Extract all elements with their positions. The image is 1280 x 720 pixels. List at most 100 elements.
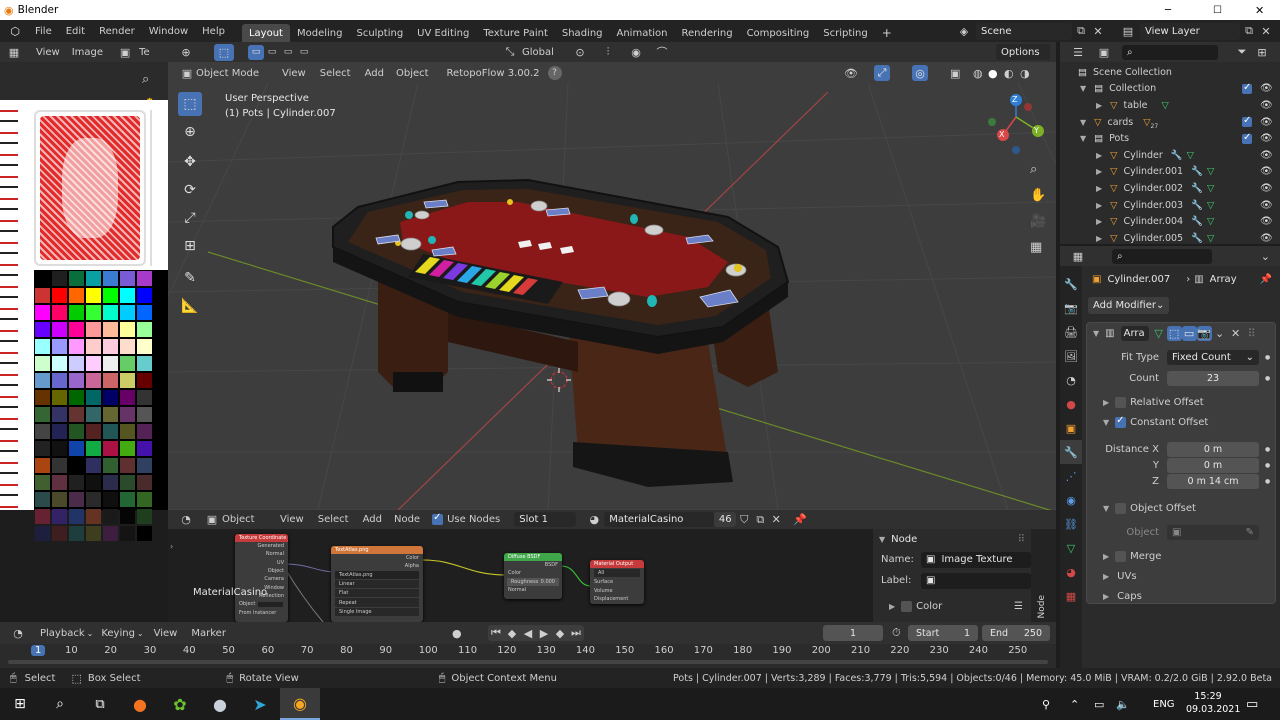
node-name-field[interactable]: ▣ Image Texture <box>921 551 1031 568</box>
menu-file[interactable]: File <box>28 22 59 40</box>
node-expand-arrow[interactable]: › <box>170 542 173 551</box>
play-icon[interactable]: ▶ <box>536 627 552 640</box>
tray-arrow-icon[interactable]: ⌃ <box>1070 698 1079 711</box>
visibility-eye-icon[interactable]: 👁 <box>1260 183 1273 194</box>
visibility-eye-icon[interactable]: 👁 <box>1260 216 1273 227</box>
network-icon[interactable]: ▭ <box>1094 698 1104 711</box>
offset-object-field[interactable]: ▣ ✎ <box>1167 524 1259 540</box>
data-tab-icon[interactable]: ▽ <box>1060 536 1082 560</box>
close-window-button[interactable]: ✕ <box>1255 4 1264 17</box>
filter-icon[interactable]: ⏷ <box>1232 45 1252 59</box>
timeline-view-menu[interactable]: View <box>154 628 178 639</box>
jump-start-icon[interactable]: ⏮ <box>488 626 504 640</box>
blender-taskbar-icon[interactable]: ◉ <box>280 688 320 720</box>
tab-scripting[interactable]: Scripting <box>816 24 874 42</box>
modifier-menu-icon[interactable]: ⌄ <box>1212 327 1228 340</box>
image-view-menu[interactable]: View <box>36 47 60 58</box>
particles-tab-icon[interactable]: ⋰ <box>1060 464 1082 488</box>
rotate-tool-icon[interactable]: ⟳ <box>178 178 202 202</box>
properties-search[interactable]: ⌕ <box>1112 248 1212 264</box>
relative-offset-checkbox[interactable] <box>1115 396 1127 408</box>
expand-arrow-icon[interactable]: ▶ <box>1096 101 1102 110</box>
viewport-3d[interactable]: ⊕ ⬚ ▭ ▭ ▭ ▭ ⤡ Global ⊙ ⫶ ◉ ⌒ Options ▣ O… <box>168 42 1056 510</box>
frame-ruler[interactable]: 1 10 20 30 40 50 60 70 80 90 100 110 120 130 140 150 160… <box>0 644 1056 658</box>
minimize-button[interactable]: ─ <box>1165 5 1171 16</box>
people-icon[interactable]: ⚲ <box>1042 698 1050 711</box>
output-target-dropdown[interactable]: All <box>594 569 640 578</box>
scene-tab-icon[interactable]: ◔ <box>1060 368 1082 392</box>
taskbar-search-icon[interactable]: ⌕ <box>40 696 80 712</box>
transform-tool-icon[interactable]: ⊞ <box>178 234 202 258</box>
merge-checkbox[interactable] <box>1115 550 1127 562</box>
modifier-tab-icon[interactable]: 🔧 <box>1060 440 1082 464</box>
tool-tab-icon[interactable]: 🔧 <box>1060 272 1082 296</box>
view-layer-selector[interactable]: ▤ View Layer ⧉ ✕ <box>1116 22 1274 40</box>
zoom-icon[interactable]: ⌕ <box>142 72 149 87</box>
visibility-eye-icon[interactable]: 👁 <box>1260 117 1273 128</box>
count-dot-icon[interactable]: ● <box>1265 375 1270 382</box>
scene-name[interactable]: Scene <box>976 22 1072 40</box>
constant-offset-expand-icon[interactable]: ▼ <box>1103 418 1109 427</box>
visibility-eye-icon[interactable]: 👁 <box>1260 233 1273 244</box>
collection-checkbox[interactable] <box>1242 132 1252 144</box>
3d-cursor[interactable] <box>547 368 571 392</box>
outliner-row[interactable]: ▶ ▽ Cylinder.004 🔧 ▽ 👁 <box>1060 213 1280 230</box>
tab-shading[interactable]: Shading <box>555 24 610 42</box>
image-texture-node[interactable]: TextAtlas.png Color Alpha TextAtlas.png … <box>331 546 423 622</box>
object-tab-icon[interactable]: ▣ <box>1060 416 1082 440</box>
distance-y-field[interactable]: 0 m <box>1167 457 1259 473</box>
outliner-row[interactable]: ▶ ▽ Cylinder.003 🔧 ▽ 👁 <box>1060 197 1280 214</box>
distance-x-field[interactable]: 0 m <box>1167 441 1259 457</box>
windows-start-icon[interactable]: ⊞ <box>0 696 40 712</box>
object-offset-checkbox[interactable] <box>1115 502 1127 514</box>
node-color-checkbox[interactable] <box>901 600 913 612</box>
merge-expand-icon[interactable]: ▶ <box>1103 552 1109 561</box>
outliner-row[interactable]: ▶ ▽ table ▽ 👁 <box>1060 97 1280 114</box>
playback-menu[interactable]: Playback <box>40 628 85 639</box>
list-icon[interactable]: ☰ <box>1014 601 1023 612</box>
expand-arrow-icon[interactable]: ▼ <box>1080 118 1086 127</box>
uvs-expand-icon[interactable]: ▶ <box>1103 572 1109 581</box>
collection-checkbox[interactable] <box>1242 115 1252 128</box>
timeline-marker-menu[interactable]: Marker <box>191 628 226 639</box>
material-tab-icon[interactable]: ◕ <box>1060 560 1082 584</box>
image-extension-dropdown[interactable]: Repeat <box>335 598 419 607</box>
image-tab[interactable]: Te <box>139 47 150 58</box>
task-view-icon[interactable]: ⧉ <box>80 697 120 712</box>
visibility-eye-icon[interactable]: 👁 <box>1260 133 1273 144</box>
menu-window[interactable]: Window <box>142 22 195 40</box>
prev-keyframe-icon[interactable]: ◆ <box>504 627 520 640</box>
distance-z-field[interactable]: 0 m 14 cm <box>1167 473 1259 489</box>
telegram-icon[interactable]: ➤ <box>240 695 280 714</box>
expand-arrow-icon[interactable]: ▶ <box>1096 234 1102 243</box>
expand-arrow-icon[interactable]: ▼ <box>1080 84 1086 93</box>
volume-icon[interactable]: 🔈 <box>1116 698 1130 711</box>
play-reverse-icon[interactable]: ◀ <box>520 627 536 640</box>
menu-render[interactable]: Render <box>92 22 142 40</box>
panel-drag-icon[interactable]: ⠿ <box>1018 534 1025 545</box>
remove-view-layer-icon[interactable]: ✕ <box>1258 25 1274 38</box>
move-tool-icon[interactable]: ✥ <box>178 150 202 174</box>
edit-mode-cage-icon[interactable]: ▽ <box>1151 326 1167 341</box>
modifier-collapse-icon[interactable]: ▼ <box>1093 329 1099 338</box>
menu-help[interactable]: Help <box>195 22 232 40</box>
view-layer-name[interactable]: View Layer <box>1140 22 1240 40</box>
constraints-tab-icon[interactable]: ⛓ <box>1060 512 1082 536</box>
cursor-tool-icon[interactable]: ⊕ <box>178 120 202 144</box>
pin-icon[interactable]: 📌 <box>1260 274 1272 285</box>
annotate-tool-icon[interactable]: ✎ <box>178 266 202 290</box>
modifier-drag-icon[interactable]: ⠿ <box>1244 327 1260 340</box>
scene-selector[interactable]: ◈ Scene ⧉ ✕ <box>952 22 1106 40</box>
firefox-icon[interactable]: ● <box>120 695 160 714</box>
copy-view-layer-icon[interactable]: ⧉ <box>1240 24 1258 38</box>
image-source-dropdown[interactable]: Single Image <box>335 607 419 617</box>
tab-animation[interactable]: Animation <box>610 24 675 42</box>
expand-arrow-icon[interactable]: ▶ <box>1096 201 1102 210</box>
expand-arrow-icon[interactable]: ▶ <box>1096 151 1102 160</box>
show-in-editmode-icon[interactable]: ⬚ <box>1166 325 1182 341</box>
outliner-row[interactable]: ▼ ▤ Pots 👁 <box>1060 130 1280 147</box>
copy-scene-icon[interactable]: ⧉ <box>1072 24 1090 38</box>
blender-menu-icon[interactable]: ⬡ <box>4 25 26 38</box>
stopwatch-icon[interactable]: ⏱ <box>892 626 901 640</box>
tab-uv-editing[interactable]: UV Editing <box>410 24 476 42</box>
